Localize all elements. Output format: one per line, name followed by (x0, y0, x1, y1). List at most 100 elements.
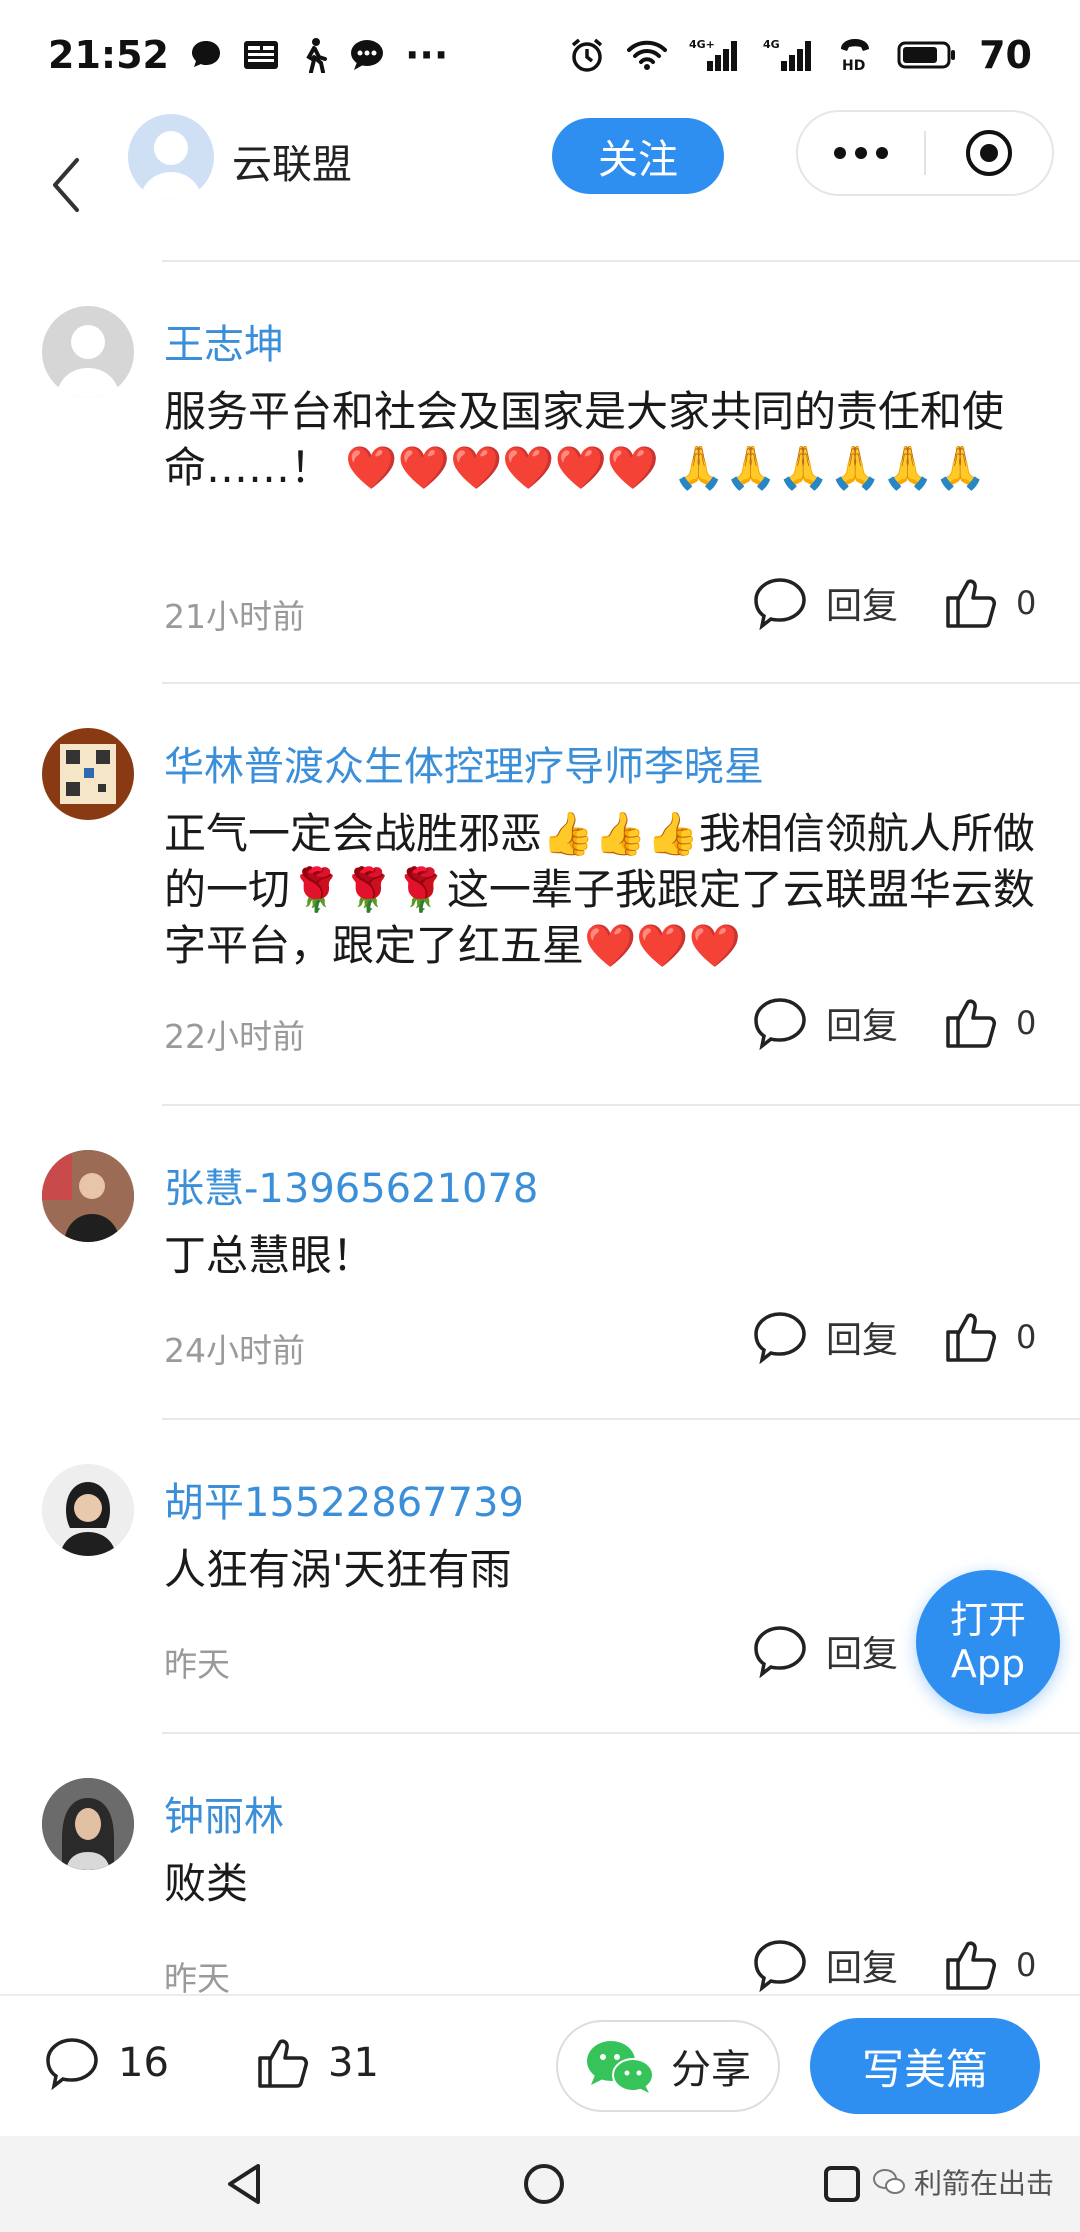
avatar[interactable] (42, 1464, 134, 1556)
reply-label: 回复 (826, 1006, 899, 1047)
toutiao-icon (243, 40, 279, 70)
thumbs-up-icon (946, 579, 996, 628)
svg-text:HD: HD (842, 58, 865, 73)
comment-author[interactable]: 张慧-13965621078 (164, 1156, 538, 1214)
thumbs-up-icon (946, 1313, 996, 1362)
like-button[interactable]: 0 (944, 1310, 1036, 1364)
comment-time: 21小时前 (164, 597, 305, 636)
battery-icon (897, 40, 957, 70)
comment-bubble-icon (754, 998, 806, 1050)
comment-bubble-icon (46, 2038, 98, 2090)
comment-text: 人狂有涡'天狂有雨 (164, 1545, 512, 1594)
hd-call-icon: HD (837, 37, 875, 73)
battery-level: 70 (979, 33, 1032, 77)
avatar[interactable] (42, 728, 134, 820)
wechat-official-account-icon (873, 2169, 905, 2194)
comment-count: 16 (118, 2040, 169, 2086)
thumbs-up-icon (946, 1941, 996, 1990)
user-photo-icon (42, 1464, 134, 1556)
comment-author[interactable]: 钟丽林 (164, 1784, 284, 1842)
chevron-left-icon (53, 158, 79, 212)
reply-button[interactable]: 回复 (752, 996, 898, 1050)
divider (162, 260, 1080, 262)
comment-bubble-icon (754, 1312, 806, 1364)
like-article-button[interactable]: 31 (256, 2036, 379, 2090)
reply-label: 回复 (826, 1320, 899, 1361)
comment-time: 昨天 (164, 1959, 230, 1998)
user-silhouette-icon (140, 131, 202, 200)
walking-icon (299, 37, 329, 73)
comment-bubble-icon (754, 1940, 806, 1992)
open-app-line2: App (950, 1642, 1026, 1686)
status-bar: 21:52 ··· 4G+ 4G HD 70 (0, 0, 1080, 110)
like-button[interactable]: 0 (944, 576, 1036, 630)
comment-text: 败类 (164, 1859, 249, 1908)
divider (162, 682, 1080, 684)
comment-author[interactable]: 胡平15522867739 (164, 1470, 524, 1528)
bottom-action-bar: 16 31 分享 写美篇 (0, 1994, 1080, 2136)
wechat-icon (587, 2041, 654, 2093)
square-recents-icon (824, 2166, 860, 2202)
write-article-button[interactable]: 写美篇 (810, 2018, 1040, 2114)
wifi-icon (627, 39, 668, 71)
divider (162, 1104, 1080, 1106)
comments-button[interactable]: 16 (44, 2036, 169, 2090)
reply-button[interactable]: 回复 (752, 1938, 898, 1992)
comment-author[interactable]: 华林普渡众生体控理疗导师李晓星 (164, 734, 764, 792)
share-button[interactable]: 分享 (556, 2020, 780, 2112)
reply-button[interactable]: 回复 (752, 1624, 898, 1678)
thumbs-up-icon (946, 999, 996, 1048)
open-app-line1: 打开 (949, 1598, 1026, 1642)
comment-text: 服务平台和社会及国家是大家共同的责任和使命……！ ❤️❤️❤️❤️❤️❤️ 🙏🙏… (164, 387, 1005, 492)
message-icon (349, 38, 385, 72)
close-mini-program-button[interactable] (926, 112, 1052, 194)
chat-bubble-icon (189, 38, 223, 72)
watermark: 利箭在出击 (872, 2162, 1054, 2202)
comment-time: 昨天 (164, 1645, 230, 1684)
divider (162, 1732, 1080, 1734)
status-time: 21:52 (48, 33, 169, 77)
circle-home-icon (524, 2164, 564, 2204)
reply-button[interactable]: 回复 (752, 576, 898, 630)
default-avatar-icon (56, 325, 120, 398)
signal-4g-plus-icon: 4G+ (689, 37, 741, 73)
signal-4g-icon: 4G (763, 37, 815, 73)
page-title: 云联盟 (232, 142, 352, 188)
nav-back-button[interactable] (222, 2160, 266, 2212)
user-photo-icon (42, 1150, 134, 1242)
more-notifications: ··· (404, 33, 449, 77)
watermark-text: 利箭在出击 (914, 2167, 1055, 2200)
comment-time: 24小时前 (164, 1331, 305, 1370)
system-navigation-bar: 利箭在出击 (0, 2136, 1080, 2232)
reply-button[interactable]: 回复 (752, 1310, 898, 1364)
alarm-icon (569, 37, 605, 73)
article-like-count: 31 (328, 2040, 379, 2086)
avatar[interactable] (42, 306, 134, 398)
nav-home-button[interactable] (520, 2160, 568, 2212)
target-icon (965, 130, 1012, 176)
comment-bubble-icon (754, 578, 806, 630)
svg-text:4G: 4G (763, 38, 780, 51)
avatar[interactable] (42, 1150, 134, 1242)
share-label: 分享 (671, 2047, 751, 2093)
reply-label: 回复 (826, 1634, 899, 1675)
open-app-button[interactable]: 打开 App (916, 1570, 1060, 1714)
like-button[interactable]: 0 (944, 1938, 1036, 1992)
svg-text:4G+: 4G+ (689, 38, 715, 51)
like-count: 0 (1016, 1004, 1037, 1042)
back-button[interactable] (36, 150, 96, 220)
like-button[interactable]: 0 (944, 996, 1036, 1050)
avatar[interactable] (42, 1778, 134, 1870)
thumbs-up-icon (258, 2039, 308, 2088)
triangle-back-icon (228, 2164, 260, 2204)
comment-author[interactable]: 王志坤 (164, 312, 284, 370)
more-button[interactable] (798, 112, 924, 194)
comment-bubble-icon (754, 1626, 806, 1678)
nav-recents-button[interactable] (820, 2160, 864, 2212)
follow-button[interactable]: 关注 (552, 118, 724, 194)
like-count: 0 (1016, 584, 1037, 622)
like-count: 0 (1016, 1318, 1037, 1356)
like-count: 0 (1016, 1946, 1037, 1984)
avatar[interactable] (128, 114, 214, 200)
user-photo-icon (42, 1778, 134, 1870)
